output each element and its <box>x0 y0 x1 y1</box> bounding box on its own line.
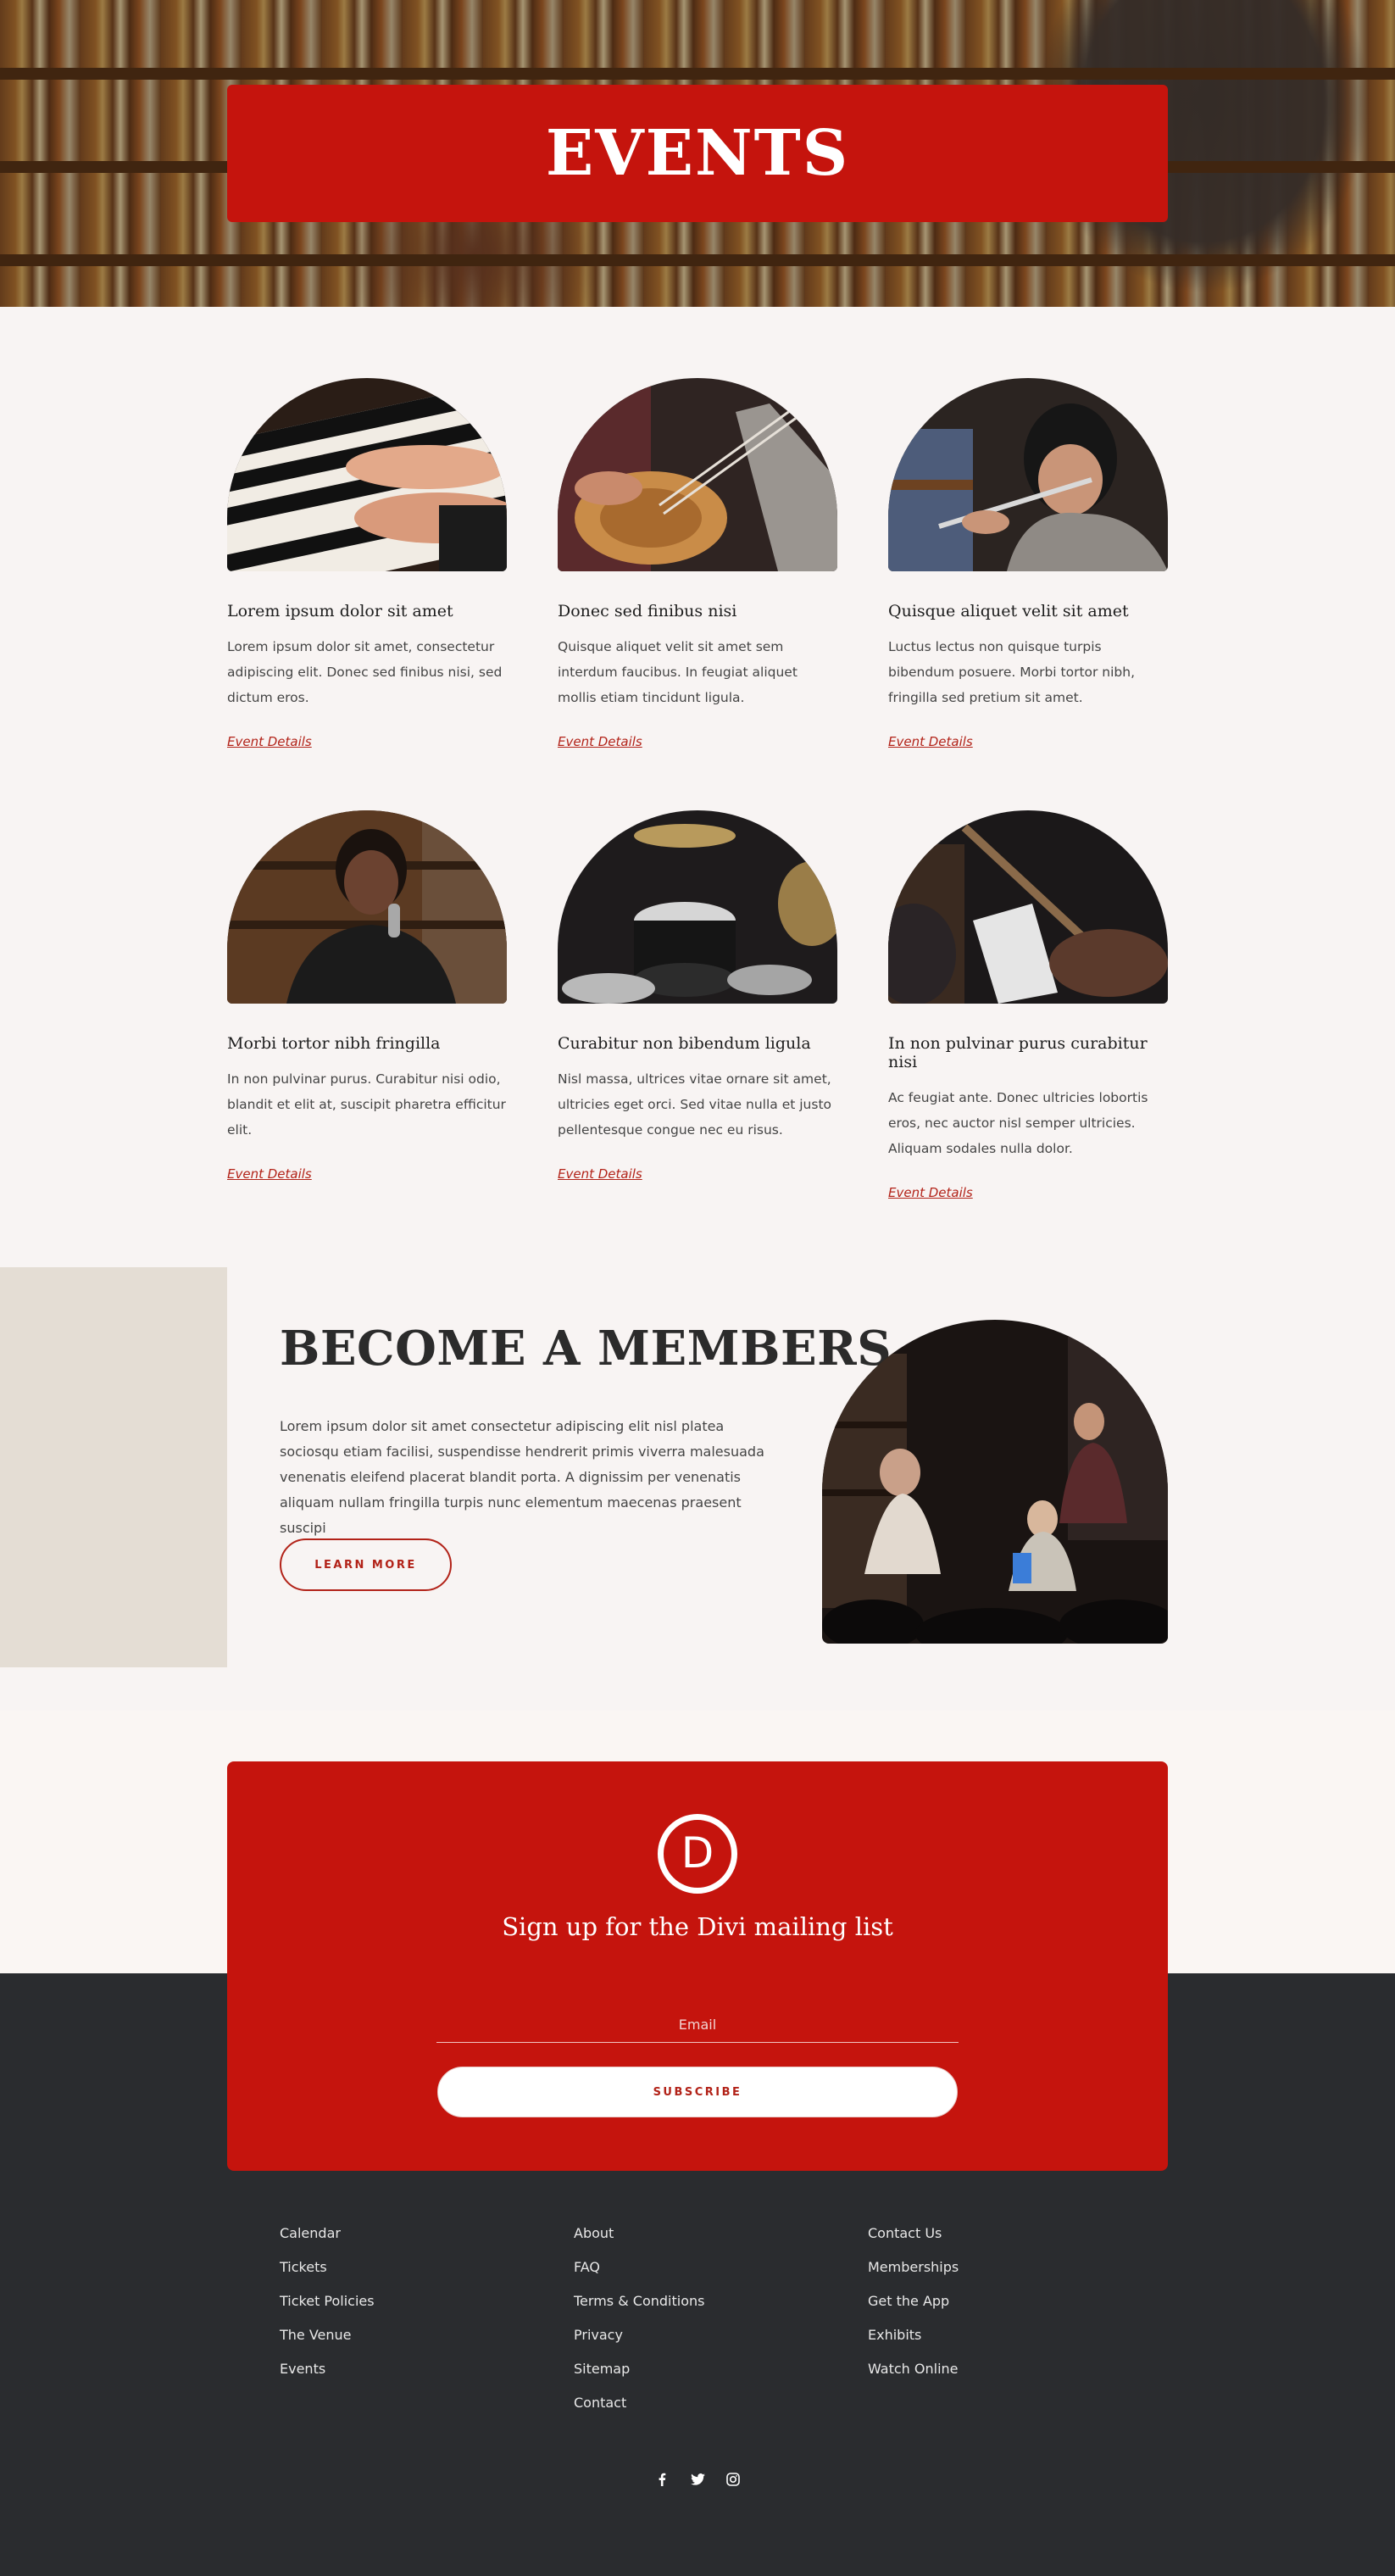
footer-link-calendar[interactable]: Calendar <box>280 2219 375 2253</box>
event-card: Donec sed finibus nisi Quisque aliquet v… <box>558 378 837 750</box>
logo-letter: D <box>681 1828 714 1878</box>
footer-link-contact-us[interactable]: Contact Us <box>868 2219 959 2253</box>
facebook-icon[interactable] <box>654 2472 670 2487</box>
footer-link-about[interactable]: About <box>574 2219 704 2253</box>
footer-column-1: Calendar Tickets Ticket Policies The Ven… <box>280 2219 375 2389</box>
guitar-sheet-music-photo <box>888 810 1168 1004</box>
event-description: Quisque aliquet velit sit amet sem inter… <box>558 639 798 705</box>
event-details-link[interactable]: Event Details <box>227 734 312 749</box>
hero-banner: EVENTS <box>0 0 1395 307</box>
event-details-link[interactable]: Event Details <box>888 1185 973 1200</box>
footer-column-3: Contact Us Memberships Get the App Exhib… <box>868 2219 959 2389</box>
newsletter-title: Sign up for the Divi mailing list <box>502 1912 893 1941</box>
footer-link-venue[interactable]: The Venue <box>280 2321 375 2355</box>
page-title: EVENTS <box>545 117 850 190</box>
event-details-link[interactable]: Event Details <box>558 734 642 749</box>
flute-player-photo <box>888 378 1168 571</box>
footer-link-events[interactable]: Events <box>280 2355 375 2389</box>
members-heading: BECOME A MEMBERS <box>280 1321 892 1377</box>
drum-kit-photo <box>558 810 837 1004</box>
social-links <box>0 2472 1395 2487</box>
event-title: Quisque aliquet velit sit amet <box>888 602 1129 620</box>
event-card: In non pulvinar purus curabitur nisi Ac … <box>888 810 1168 1201</box>
event-title: Morbi tortor nibh fringilla <box>227 1034 441 1053</box>
footer-link-exhibits[interactable]: Exhibits <box>868 2321 959 2355</box>
event-details-link[interactable]: Event Details <box>227 1166 312 1182</box>
event-details-link[interactable]: Event Details <box>888 734 973 749</box>
event-card: Lorem ipsum dolor sit amet Lorem ipsum d… <box>227 378 507 750</box>
twitter-icon[interactable] <box>690 2472 705 2487</box>
band-performance-photo <box>822 1320 1168 1644</box>
footer-link-sitemap[interactable]: Sitemap <box>574 2355 704 2389</box>
footer-link-contact[interactable]: Contact <box>574 2389 704 2423</box>
event-description: Lorem ipsum dolor sit amet, consectetur … <box>227 639 503 705</box>
event-title: Donec sed finibus nisi <box>558 602 737 620</box>
footer-link-memberships[interactable]: Memberships <box>868 2253 959 2287</box>
member-section-accent <box>0 1267 227 1667</box>
event-title: In non pulvinar purus curabitur nisi <box>888 1034 1148 1071</box>
footer-link-faq[interactable]: FAQ <box>574 2253 704 2287</box>
event-description: Ac feugiat ante. Donec ultricies loborti… <box>888 1090 1148 1156</box>
divi-logo-icon: D <box>658 1814 737 1894</box>
event-description: Nisl massa, ultrices vitae ornare sit am… <box>558 1071 832 1138</box>
event-description: In non pulvinar purus. Curabitur nisi od… <box>227 1071 506 1138</box>
footer-link-privacy[interactable]: Privacy <box>574 2321 704 2355</box>
event-title: Curabitur non bibendum ligula <box>558 1034 811 1053</box>
footer-link-terms[interactable]: Terms & Conditions <box>574 2287 704 2321</box>
event-card: Curabitur non bibendum ligula Nisl massa… <box>558 810 837 1182</box>
instagram-icon[interactable] <box>725 2472 741 2487</box>
event-details-link[interactable]: Event Details <box>558 1166 642 1182</box>
singer-photo <box>227 810 507 1004</box>
bass-guitar-photo <box>558 378 837 571</box>
event-card: Morbi tortor nibh fringilla In non pulvi… <box>227 810 507 1182</box>
hero-title-box: EVENTS <box>227 85 1168 222</box>
piano-keys-photo <box>227 378 507 571</box>
footer-link-get-app[interactable]: Get the App <box>868 2287 959 2321</box>
event-description: Luctus lectus non quisque turpis bibendu… <box>888 639 1136 705</box>
learn-more-button[interactable]: LEARN MORE <box>280 1538 452 1591</box>
event-card: Quisque aliquet velit sit amet Luctus le… <box>888 378 1168 750</box>
footer-link-tickets[interactable]: Tickets <box>280 2253 375 2287</box>
email-field[interactable] <box>436 2007 959 2043</box>
footer-link-ticket-policies[interactable]: Ticket Policies <box>280 2287 375 2321</box>
subscribe-button[interactable]: SUBSCRIBE <box>437 2067 958 2117</box>
members-description: Lorem ipsum dolor sit amet consectetur a… <box>280 1418 764 1536</box>
newsletter-signup-box: D Sign up for the Divi mailing list SUBS… <box>227 1761 1168 2171</box>
footer-link-watch-online[interactable]: Watch Online <box>868 2355 959 2389</box>
footer-column-2: About FAQ Terms & Conditions Privacy Sit… <box>574 2219 704 2423</box>
event-title: Lorem ipsum dolor sit amet <box>227 602 453 620</box>
